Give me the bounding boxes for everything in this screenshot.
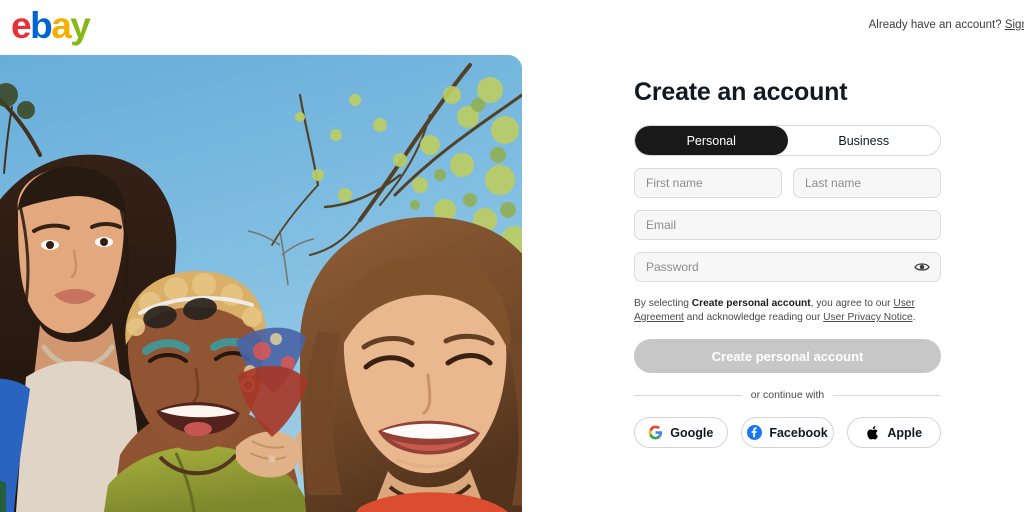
page-header: ebay Already have an account? Sign in — [0, 0, 1024, 52]
social-login-row: Google Facebook Apple — [634, 417, 942, 448]
legal-middle2: and acknowledge reading our — [683, 312, 824, 323]
first-name-field[interactable] — [634, 168, 782, 198]
signin-prompt: Already have an account? Sign in — [869, 19, 1024, 31]
legal-suffix: . — [912, 312, 916, 323]
first-name-input[interactable] — [635, 169, 781, 197]
tab-personal[interactable]: Personal — [635, 126, 788, 155]
email-row — [634, 210, 941, 240]
divider-line-left — [634, 394, 742, 396]
google-signin-button[interactable]: Google — [634, 417, 728, 448]
password-field[interactable] — [634, 252, 941, 282]
apple-signin-button[interactable]: Apple — [847, 417, 942, 448]
google-label: Google — [670, 425, 714, 440]
legal-middle: , you agree to our — [810, 298, 894, 309]
password-input[interactable] — [635, 253, 940, 281]
facebook-label: Facebook — [769, 425, 828, 440]
user-privacy-notice-link[interactable]: User Privacy Notice — [823, 312, 912, 323]
email-field[interactable] — [634, 210, 941, 240]
account-prompt-text: Already have an account? — [868, 19, 1002, 31]
legal-bold: Create personal account — [691, 298, 811, 309]
signup-form: Create an account Personal Business Firs… — [634, 78, 942, 448]
apple-icon — [866, 425, 880, 441]
legal-prefix: By selecting — [634, 298, 692, 309]
signin-link[interactable]: Sign in — [1005, 19, 1024, 31]
divider-label: or continue with — [750, 389, 825, 401]
tab-business[interactable]: Business — [788, 126, 941, 155]
eye-icon[interactable] — [914, 259, 930, 275]
apple-label: Apple — [887, 425, 923, 440]
continue-with-divider: or continue with — [634, 389, 942, 401]
password-row — [634, 252, 941, 282]
divider-line-right — [833, 394, 942, 396]
logo-letter-b: b — [30, 5, 53, 46]
google-icon — [648, 425, 663, 440]
name-row — [634, 168, 941, 198]
logo-letter-e: e — [11, 5, 32, 46]
last-name-field[interactable] — [793, 168, 941, 198]
last-name-input[interactable] — [794, 169, 940, 197]
account-type-toggle[interactable]: Personal Business — [634, 125, 941, 156]
page-title: Create an account — [634, 78, 848, 106]
facebook-signin-button[interactable]: Facebook — [740, 417, 835, 448]
create-personal-account-button[interactable]: Create personal account — [634, 339, 941, 373]
hero-photo — [0, 55, 522, 512]
signup-page: ebay Already have an account? Sign in — [0, 0, 1024, 512]
facebook-icon — [747, 425, 763, 440]
email-input[interactable] — [635, 211, 940, 239]
hero-illustration — [0, 55, 522, 512]
ebay-logo[interactable]: ebay — [11, 5, 91, 46]
logo-letter-y: y — [70, 5, 91, 46]
logo-letter-a: a — [51, 5, 72, 46]
legal-text: By selecting Create personal account, yo… — [634, 297, 941, 325]
